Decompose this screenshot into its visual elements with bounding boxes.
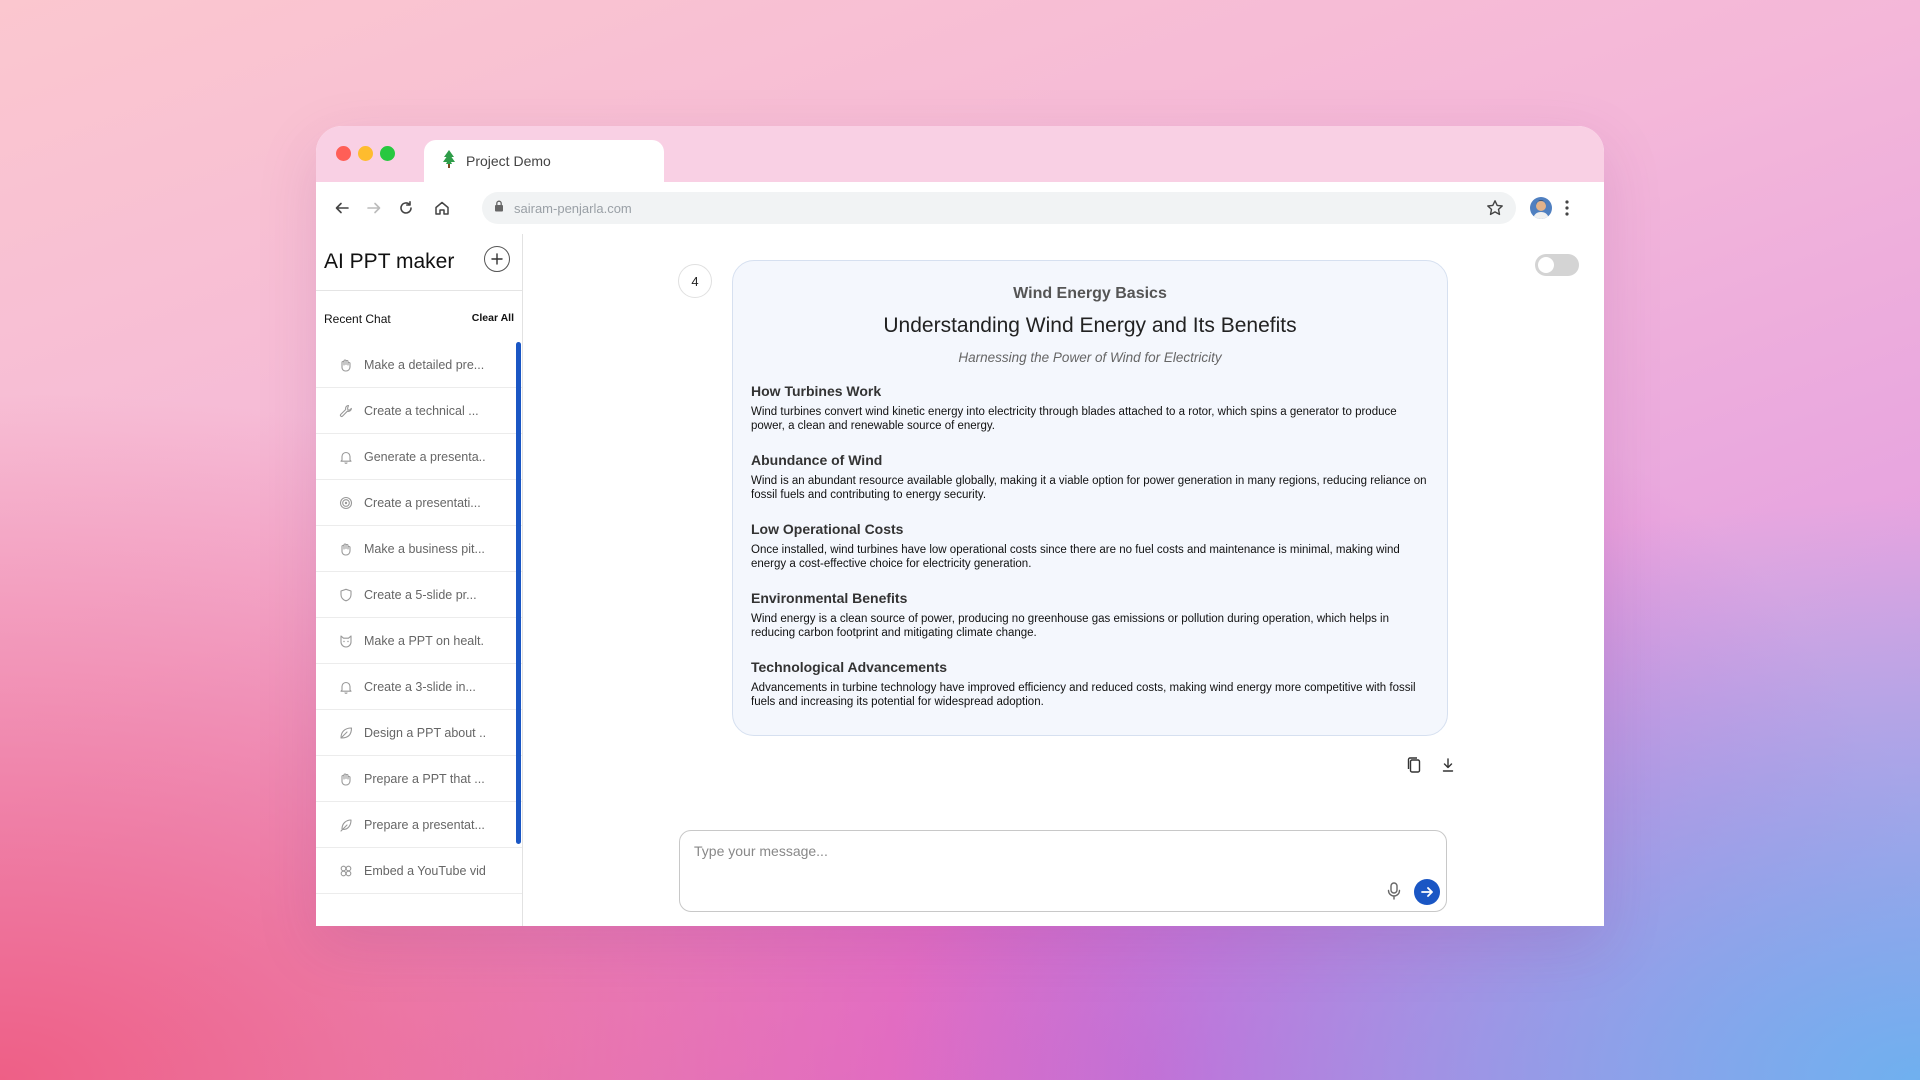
recent-chat-text: Make a detailed pre... [364,357,485,372]
recent-chat-text: Embed a YouTube vid [364,863,486,878]
arrow-right-icon [1421,887,1433,897]
recent-chat-text: Make a business pit... [364,541,485,556]
slide-section: Abundance of Wind Wind is an abundant res… [751,452,1429,502]
recent-chat-item[interactable]: Make a business pit... [316,526,522,572]
recent-chat-text: Create a technical ... [364,403,479,418]
hand-icon [338,357,354,373]
message-composer [679,830,1447,912]
feather-icon [338,817,354,833]
address-bar[interactable]: sairam-penjarla.com [482,192,1516,224]
slide-actions [1405,756,1457,774]
wrench-icon [338,403,354,419]
tree-favicon-icon [442,149,456,173]
slide-subtitle: Harnessing the Power of Wind for Electri… [958,350,1222,365]
toggle-knob [1538,257,1554,273]
slide-card: Wind Energy Basics Understanding Wind En… [732,260,1448,736]
section-body: Once installed, wind turbines have low o… [751,544,1400,570]
home-icon[interactable] [430,196,454,220]
recent-chat-item[interactable]: Prepare a PPT that ... [316,756,522,802]
lock-icon [494,199,504,217]
recent-chat-item[interactable]: Make a detailed pre... [316,342,522,388]
page-content: AI PPT maker Recent Chat Clear All Make … [316,234,1604,926]
clear-all-button[interactable]: Clear All [472,312,514,324]
slide-number-badge: 4 [678,264,712,298]
recent-chat-text: Prepare a presentat... [364,817,485,832]
section-heading: Environmental Benefits [751,590,908,606]
profile-avatar[interactable] [1530,197,1552,219]
browser-titlebar: Project Demo [316,126,1604,182]
leaf-icon [338,725,354,741]
section-heading: Low Operational Costs [751,521,904,537]
bell-icon [338,679,354,695]
recent-chat-label: Recent Chat [324,312,391,326]
recent-chat-text: Design a PPT about .. [364,725,487,740]
slide-section: Technological Advancements Advancements i… [751,659,1429,709]
section-heading: How Turbines Work [751,383,882,399]
recent-chat-list: Make a detailed pre... Create a technical… [316,342,522,894]
slide-sections: How Turbines Work Wind turbines convert w… [751,383,1429,709]
sidebar-divider [316,290,522,291]
copy-icon[interactable] [1405,756,1423,774]
app-title: AI PPT maker [324,250,455,273]
cat-icon [338,633,354,649]
recent-chat-text: Generate a presenta.. [364,449,486,464]
message-input[interactable] [692,839,1416,863]
slide-section: Low Operational Costs Once installed, win… [751,521,1429,571]
maximize-window-button[interactable] [380,146,395,161]
new-chat-button[interactable] [484,246,510,272]
recent-chat-item[interactable]: Embed a YouTube vid [316,848,522,894]
theme-toggle[interactable] [1535,254,1579,276]
microphone-icon[interactable] [1384,881,1404,901]
target-icon [338,495,354,511]
bookmark-star-icon[interactable] [1486,199,1504,222]
sidebar-scrollbar[interactable] [516,342,521,844]
slide-section: How Turbines Work Wind turbines convert w… [751,383,1429,433]
recent-chat-item[interactable]: Prepare a presentat... [316,802,522,848]
reload-icon[interactable] [394,196,418,220]
browser-tab[interactable]: Project Demo [424,140,664,182]
minimize-window-button[interactable] [358,146,373,161]
plus-icon [491,253,503,265]
recent-chat-item[interactable]: Make a PPT on healt. [316,618,522,664]
section-body: Wind energy is a clean source of power, … [751,613,1389,639]
url-text: sairam-penjarla.com [514,200,632,216]
recent-chat-text: Prepare a PPT that ... [364,771,485,786]
close-window-button[interactable] [336,146,351,161]
browser-window: Project Demo sairam-penjarla.com AI PPT … [316,126,1604,926]
section-body: Wind is an abundant resource available g… [751,475,1427,501]
recent-chat-item[interactable]: Create a presentati... [316,480,522,526]
section-body: Advancements in turbine technology have … [751,682,1416,708]
section-heading: Technological Advancements [751,659,948,675]
recent-chat-text: Create a 3-slide in... [364,679,476,694]
recent-chat-text: Create a presentati... [364,495,481,510]
shield-icon [338,587,354,603]
slide-title: Understanding Wind Energy and Its Benefi… [883,314,1297,337]
slide-kicker: Wind Energy Basics [1013,285,1167,302]
section-body: Wind turbines convert wind kinetic energ… [751,406,1397,432]
recent-chat-text: Make a PPT on healt. [364,633,484,648]
bell-icon [338,449,354,465]
tab-title: Project Demo [466,153,551,169]
back-arrow-icon[interactable] [330,196,354,220]
send-button[interactable] [1414,879,1440,905]
recent-chat-item[interactable]: Create a 5-slide pr... [316,572,522,618]
recent-chat-item[interactable]: Generate a presenta.. [316,434,522,480]
recent-chat-item[interactable]: Create a 3-slide in... [316,664,522,710]
recent-chat-item[interactable]: Create a technical ... [316,388,522,434]
main-panel: 4 Wind Energy Basics Understanding Wind … [523,234,1604,926]
sidebar: AI PPT maker Recent Chat Clear All Make … [316,234,523,926]
slide-section: Environmental Benefits Wind energy is a c… [751,590,1429,640]
hand-icon [338,541,354,557]
browser-toolbar: sairam-penjarla.com [316,182,1604,235]
forward-arrow-icon[interactable] [362,196,386,220]
hand-icon [338,771,354,787]
recent-chat-item[interactable]: Design a PPT about .. [316,710,522,756]
recent-chat-text: Create a 5-slide pr... [364,587,477,602]
browser-menu-icon[interactable] [1564,198,1570,223]
section-heading: Abundance of Wind [751,452,883,468]
flower-icon [338,863,354,879]
download-icon[interactable] [1439,756,1457,774]
